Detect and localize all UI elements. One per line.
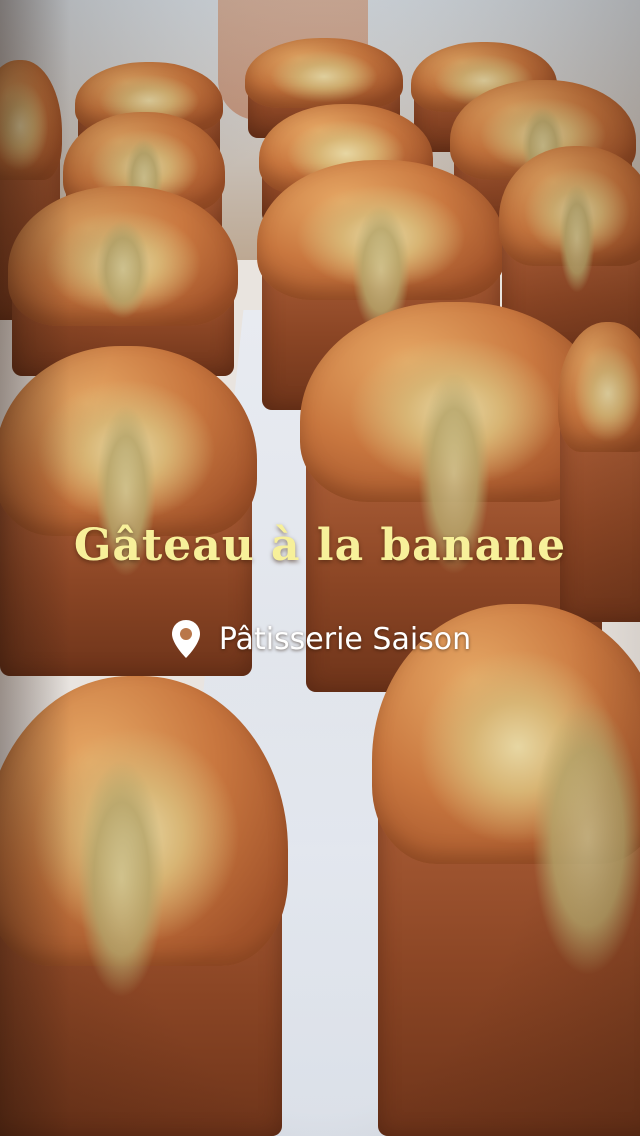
location-pin-icon: [171, 620, 200, 658]
story-title-sticker[interactable]: Gâteau à la banane: [0, 520, 640, 571]
location-sticker[interactable]: Pâtisserie Saison: [0, 618, 640, 660]
location-label: Pâtisserie Saison: [218, 621, 472, 657]
